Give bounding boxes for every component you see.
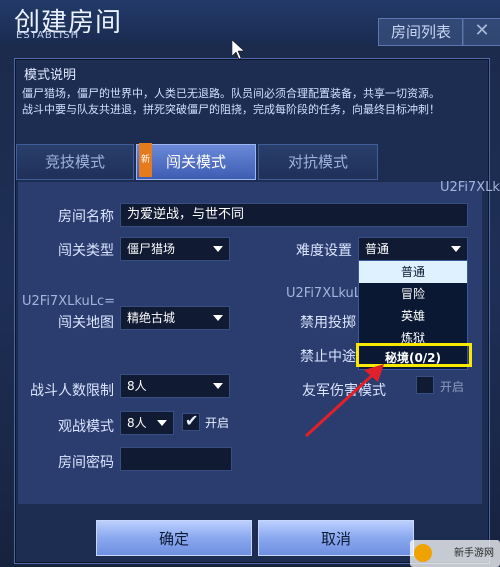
room-name-label: 房间名称 [58,209,114,225]
mode-description-title: 模式说明 [24,68,77,83]
watermark-text: U2Fi7XLkuLc= [22,294,115,309]
logo-icon [414,544,432,562]
friendly-fire-checkbox[interactable] [416,376,434,394]
stage-type-select[interactable]: 僵尸猎场 [120,237,230,261]
room-name-input[interactable]: 为爱逆战，与世不同 [120,203,468,227]
check-icon: ✔ [185,411,199,430]
chevron-down-icon [213,383,223,389]
tab-room-list[interactable]: 房间列表 [378,18,464,46]
difficulty-value: 普通 [365,242,390,256]
difficulty-option[interactable]: 冒险 [359,283,467,305]
tab-versus[interactable]: 对抗模式 [258,144,378,180]
chevron-down-icon [157,420,167,426]
player-limit-value: 8人 [127,379,147,393]
cancel-button[interactable]: 取消 [258,520,414,556]
stage-map-select[interactable]: 精绝古城 [120,306,230,330]
difficulty-option[interactable]: 英雄 [359,305,467,327]
mouse-cursor-icon [232,40,245,60]
disable-throw-label: 禁用投掷 [300,315,356,331]
player-limit-label: 战斗人数限制 [30,383,114,399]
difficulty-select[interactable]: 普通 [358,237,468,261]
password-input[interactable] [120,447,232,471]
tab-stage[interactable]: 新 闯关模式 [136,143,256,180]
friendly-fire-toggle-label: 开启 [440,380,465,394]
mode-description-line-1: 僵尸猎场，僵尸的世界中，人类已无退路。队员间必须合理配置装备，共享一切资源。 [22,87,440,100]
mode-description-line-2: 战斗中要与队友共进退，拼死突破僵尸的阻挠，完成每阶段的任务，向最终目标冲刺！ [22,103,440,116]
chevron-down-icon [451,246,461,252]
chevron-down-icon [213,315,223,321]
watermark-text: U2Fi7XLkuL [440,180,500,195]
site-logo: 新手游网 [410,540,500,567]
mode-description-text: 僵尸猎场，僵尸的世界中，人类已无退路。队员间必须合理配置装备，共享一切资源。 战… [22,86,478,118]
close-button[interactable]: ✕ [462,18,500,46]
password-label: 房间密码 [58,455,114,471]
tab-competitive-label: 竞技模式 [44,153,105,171]
annotation-arrow-icon [304,364,384,438]
spectate-select[interactable]: 8人 [120,411,174,435]
difficulty-label: 难度设置 [296,243,352,259]
chevron-down-icon [213,246,223,252]
player-limit-select[interactable]: 8人 [120,374,230,398]
spectate-checkbox[interactable]: ✔ [182,411,200,431]
stage-type-value: 僵尸猎场 [127,242,176,256]
tab-stage-label: 闯关模式 [165,153,226,171]
tab-competitive[interactable]: 竞技模式 [16,144,134,180]
spectate-value: 8人 [127,416,147,430]
spectate-label: 观战模式 [58,419,114,435]
spectate-toggle-label: 开启 [205,416,230,430]
page-subtitle: ESTABLISH [16,30,80,41]
stage-map-label: 闯关地图 [58,315,114,331]
confirm-button[interactable]: 确定 [96,520,252,556]
tab-versus-label: 对抗模式 [287,153,348,171]
new-badge: 新 [139,143,153,177]
mode-tabs: 竞技模式 新 闯关模式 对抗模式 [14,143,488,180]
stage-map-value: 精绝古城 [127,311,176,325]
stage-type-label: 闯关类型 [58,243,114,259]
difficulty-option[interactable]: 普通 [359,261,467,283]
logo-text: 新手游网 [454,548,494,559]
